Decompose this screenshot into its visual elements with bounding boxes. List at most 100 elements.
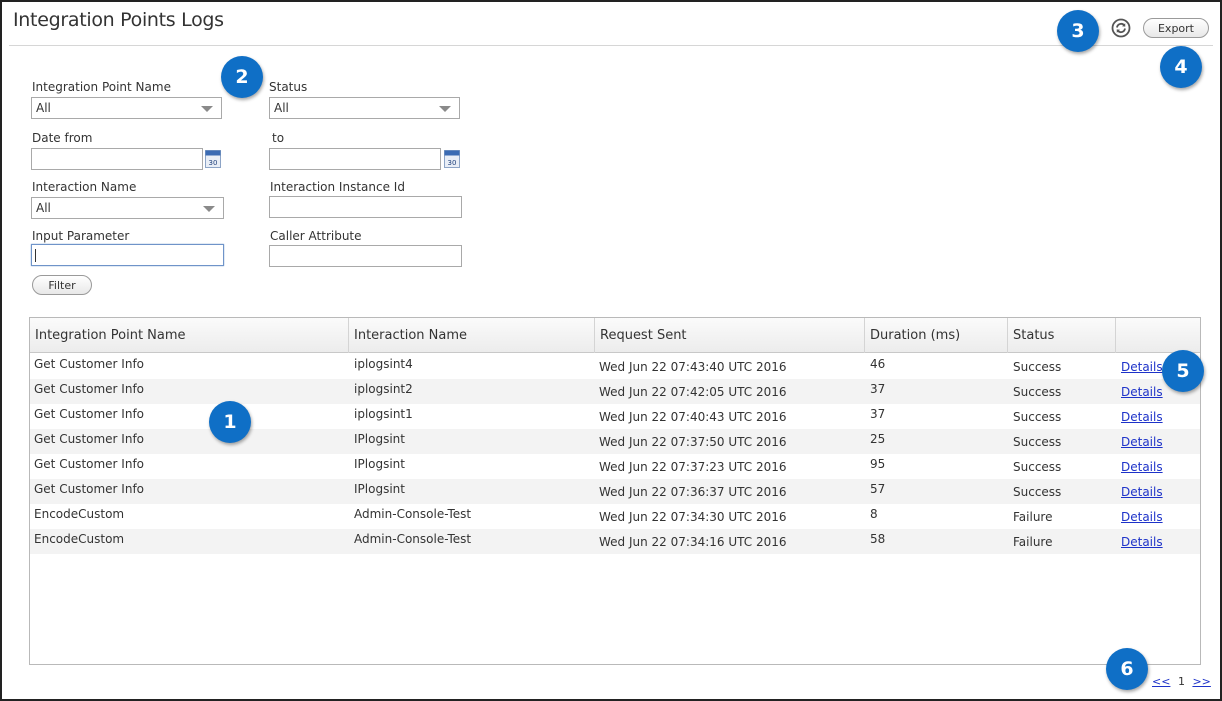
cell-integration-point-name: EncodeCustom (34, 532, 125, 546)
table-row: EncodeCustom Admin-Console-Test Wed Jun … (30, 504, 1200, 529)
cell-status: Success (1013, 360, 1062, 374)
status-select[interactable]: All (269, 97, 460, 119)
details-link[interactable]: Details (1121, 435, 1163, 449)
cell-request-sent: Wed Jun 22 07:40:43 UTC 2016 (599, 410, 787, 424)
cell-integration-point-name: Get Customer Info (34, 432, 145, 446)
date-to-label: to (272, 131, 285, 145)
logs-table: Integration Point Name Interaction Name … (29, 317, 1201, 665)
cell-interaction-name: iplogsint2 (354, 382, 413, 396)
details-link[interactable]: Details (1121, 535, 1163, 549)
callout-badge-3: 3 (1057, 10, 1099, 52)
export-button[interactable]: Export (1143, 18, 1209, 38)
cell-duration: 37 (870, 407, 886, 421)
integration-point-name-value: All (36, 101, 51, 115)
table-row: Get Customer Info iplogsint1 Wed Jun 22 … (30, 404, 1200, 429)
column-header-duration[interactable]: Duration (ms) (865, 318, 1008, 353)
svg-text:30: 30 (209, 159, 218, 167)
cell-request-sent: Wed Jun 22 07:37:50 UTC 2016 (599, 435, 787, 449)
cell-status: Success (1013, 460, 1062, 474)
cell-status: Success (1013, 385, 1062, 399)
chevron-down-icon (201, 106, 213, 112)
cell-request-sent: Wed Jun 22 07:43:40 UTC 2016 (599, 360, 787, 374)
cell-request-sent: Wed Jun 22 07:37:23 UTC 2016 (599, 460, 787, 474)
table-row: Get Customer Info iplogsint2 Wed Jun 22 … (30, 379, 1200, 404)
input-parameter-input[interactable] (31, 244, 224, 266)
cell-interaction-name: IPlogsint (354, 482, 405, 496)
column-header-actions (1116, 318, 1200, 353)
table-row: Get Customer Info iplogsint4 Wed Jun 22 … (30, 354, 1200, 379)
details-link[interactable]: Details (1121, 410, 1163, 424)
table-header: Integration Point Name Interaction Name … (30, 318, 1200, 353)
cell-status: Failure (1013, 535, 1053, 549)
cell-request-sent: Wed Jun 22 07:42:05 UTC 2016 (599, 385, 787, 399)
calendar-from-icon[interactable]: 30 (205, 150, 221, 168)
cell-integration-point-name: Get Customer Info (34, 357, 145, 371)
cell-integration-point-name: Get Customer Info (34, 457, 145, 471)
details-link[interactable]: Details (1121, 510, 1163, 524)
integration-point-name-select[interactable]: All (31, 97, 222, 119)
callout-badge-4: 4 (1160, 46, 1202, 88)
column-header-integration-point-name[interactable]: Integration Point Name (30, 318, 349, 353)
column-header-status[interactable]: Status (1008, 318, 1116, 353)
cell-duration: 95 (870, 457, 886, 471)
cell-interaction-name: IPlogsint (354, 432, 405, 446)
input-parameter-label: Input Parameter (32, 229, 130, 243)
details-link[interactable]: Details (1121, 385, 1163, 399)
details-link[interactable]: Details (1121, 485, 1163, 499)
filter-button[interactable]: Filter (32, 275, 92, 295)
chevron-down-icon (203, 206, 215, 212)
table-row: EncodeCustom Admin-Console-Test Wed Jun … (30, 529, 1200, 554)
column-header-request-sent[interactable]: Request Sent (595, 318, 865, 353)
cell-status: Success (1013, 485, 1062, 499)
date-from-input[interactable] (31, 148, 203, 170)
details-link[interactable]: Details (1121, 360, 1163, 374)
svg-text:30: 30 (448, 159, 457, 167)
cell-duration: 25 (870, 432, 886, 446)
cell-interaction-name: Admin-Console-Test (354, 532, 472, 546)
chevron-down-icon (439, 106, 451, 112)
page-title: Integration Points Logs (13, 9, 224, 31)
caller-attribute-input[interactable] (269, 245, 462, 267)
calendar-to-icon[interactable]: 30 (444, 150, 460, 168)
cell-duration: 57 (870, 482, 886, 496)
pagination: << 1 >> (1152, 675, 1211, 688)
table-row: Get Customer Info IPlogsint Wed Jun 22 0… (30, 429, 1200, 454)
cell-interaction-name: IPlogsint (354, 457, 405, 471)
refresh-icon (1111, 18, 1131, 38)
cell-status: Success (1013, 435, 1062, 449)
cell-status: Failure (1013, 510, 1053, 524)
cell-request-sent: Wed Jun 22 07:34:16 UTC 2016 (599, 535, 787, 549)
text-caret (35, 249, 36, 262)
interaction-instance-id-label: Interaction Instance Id (270, 180, 405, 194)
cell-integration-point-name: Get Customer Info (34, 382, 145, 396)
cell-request-sent: Wed Jun 22 07:34:30 UTC 2016 (599, 510, 787, 524)
cell-integration-point-name: EncodeCustom (34, 507, 125, 521)
details-link[interactable]: Details (1121, 460, 1163, 474)
table-row: Get Customer Info IPlogsint Wed Jun 22 0… (30, 479, 1200, 504)
integration-point-name-label: Integration Point Name (32, 80, 171, 94)
cell-duration: 46 (870, 357, 886, 371)
pager-current-page: 1 (1177, 675, 1185, 688)
cell-duration: 37 (870, 382, 886, 396)
pager-next-link[interactable]: >> (1192, 675, 1210, 688)
table-row: Get Customer Info IPlogsint Wed Jun 22 0… (30, 454, 1200, 479)
callout-badge-1: 1 (209, 401, 251, 443)
cell-duration: 58 (870, 532, 886, 546)
pager-prev-link[interactable]: << (1152, 675, 1170, 688)
date-from-label: Date from (32, 131, 93, 145)
cell-duration: 8 (870, 507, 878, 521)
date-to-input[interactable] (269, 148, 441, 170)
callout-badge-5: 5 (1162, 350, 1204, 392)
status-label: Status (269, 80, 308, 94)
cell-integration-point-name: Get Customer Info (34, 407, 145, 421)
interaction-name-select[interactable]: All (31, 197, 224, 219)
cell-integration-point-name: Get Customer Info (34, 482, 145, 496)
callout-badge-2: 2 (221, 56, 263, 98)
refresh-button[interactable] (1110, 17, 1132, 39)
status-value: All (274, 101, 289, 115)
cell-interaction-name: Admin-Console-Test (354, 507, 472, 521)
cell-interaction-name: iplogsint4 (354, 357, 413, 371)
interaction-instance-id-input[interactable] (269, 196, 462, 218)
cell-interaction-name: iplogsint1 (354, 407, 413, 421)
column-header-interaction-name[interactable]: Interaction Name (349, 318, 595, 353)
